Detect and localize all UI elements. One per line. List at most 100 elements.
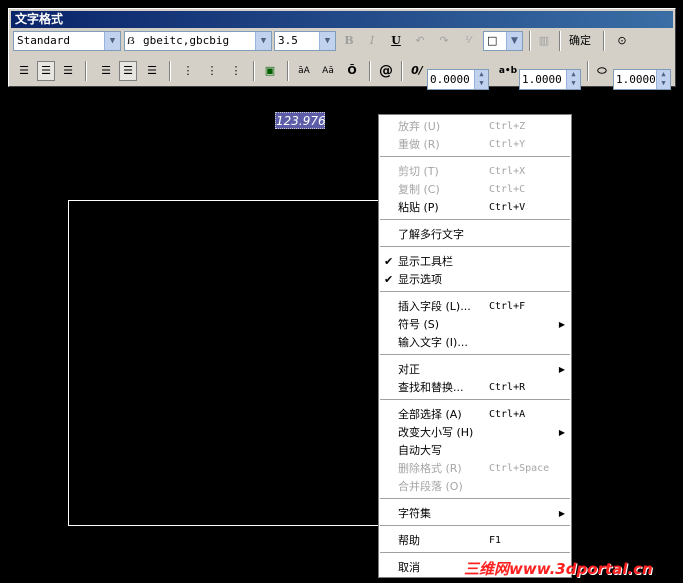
- lowercase-icon[interactable]: Aā: [319, 61, 337, 81]
- menu-item-help[interactable]: 帮助 F1: [379, 532, 571, 549]
- color-dropdown[interactable]: □ ▼: [483, 31, 523, 51]
- ok-button[interactable]: 确定: [565, 31, 595, 51]
- tracking-icon: a•b: [498, 66, 518, 76]
- width-value: 1.0000: [616, 73, 656, 86]
- menu-separator: [380, 498, 570, 500]
- justify-top-icon[interactable]: ☰: [97, 61, 115, 81]
- insert-field-icon[interactable]: ▣: [261, 61, 279, 81]
- menu-item-find-replace[interactable]: 查找和替换... Ctrl+R: [379, 379, 571, 396]
- menu-item-label: 全部选择 (A): [398, 408, 462, 421]
- menu-item-label: 查找和替换...: [398, 381, 464, 394]
- style-dropdown[interactable]: Standard ▼: [13, 31, 121, 51]
- oblique-angle-input[interactable]: 0.0000 ▲ ▼: [427, 69, 489, 90]
- symbol-at-icon[interactable]: @: [377, 61, 395, 81]
- ruler-icon[interactable]: ▥: [535, 31, 553, 51]
- submenu-arrow-icon: ▶: [558, 320, 565, 329]
- menu-item-label: 改变大小写 (H): [398, 426, 474, 439]
- undo-icon[interactable]: ↶: [411, 31, 429, 51]
- menu-item-shortcut: Ctrl+Space: [489, 463, 550, 474]
- chevron-down-icon[interactable]: ▼: [506, 32, 522, 50]
- uppercase-icon[interactable]: āA: [295, 61, 313, 81]
- separator: [603, 31, 605, 51]
- menu-item-change-case[interactable]: 改变大小写 (H) ▶: [379, 424, 571, 441]
- separator: [529, 31, 531, 51]
- height-value: 3.5: [278, 34, 298, 47]
- spinner-icon[interactable]: ▲ ▼: [474, 70, 488, 89]
- spinner-icon[interactable]: ▲ ▼: [566, 70, 580, 89]
- align-left-icon[interactable]: ☰: [15, 61, 33, 81]
- menu-item-shortcut: Ctrl+Y: [489, 139, 526, 150]
- checkmark-icon: ✔: [384, 255, 394, 268]
- color-value: □: [487, 34, 498, 47]
- menu-item-import-text[interactable]: 输入文字 (I)...: [379, 334, 571, 351]
- bold-button[interactable]: B: [340, 31, 358, 51]
- overline-icon[interactable]: Ō: [343, 61, 361, 81]
- separator: [85, 61, 87, 81]
- text-height-dropdown[interactable]: 3.5 ▼: [274, 31, 336, 51]
- menu-item-learn-mtext[interactable]: 了解多行文字: [379, 226, 571, 243]
- letters-list-icon[interactable]: ⋮: [227, 61, 245, 81]
- numbering-icon[interactable]: ⋮: [179, 61, 197, 81]
- mtext-editor-frame[interactable]: [68, 200, 388, 526]
- separator: [169, 61, 171, 81]
- chevron-down-icon[interactable]: ▼: [319, 32, 335, 50]
- menu-item-show-options[interactable]: ✔ 显示选项: [379, 271, 571, 288]
- menu-item-label: 粘贴 (P): [398, 201, 439, 214]
- menu-item-cut[interactable]: 剪切 (T) Ctrl+X: [379, 163, 571, 180]
- justify-middle-icon[interactable]: ☰: [119, 61, 137, 81]
- redo-icon[interactable]: ↷: [435, 31, 453, 51]
- menu-separator: [380, 156, 570, 158]
- selected-text[interactable]: 123.976: [275, 112, 326, 129]
- chevron-down-icon[interactable]: ▼: [104, 32, 120, 50]
- menu-item-label: 取消: [398, 561, 420, 574]
- align-right-icon[interactable]: ☰: [59, 61, 77, 81]
- menu-item-paste[interactable]: 粘贴 (P) Ctrl+V: [379, 199, 571, 216]
- menu-item-autocaps[interactable]: 自动大写: [379, 442, 571, 459]
- chevron-down-icon[interactable]: ▼: [255, 32, 271, 50]
- menu-item-label: 字符集: [398, 507, 431, 520]
- submenu-arrow-icon: ▶: [558, 509, 565, 518]
- menu-item-label: 剪切 (T): [398, 165, 439, 178]
- options-chevron-icon[interactable]: ⊙: [613, 31, 631, 51]
- menu-item-symbol[interactable]: 符号 (S) ▶: [379, 316, 571, 333]
- style-value: Standard: [17, 34, 70, 47]
- submenu-arrow-icon: ▶: [558, 365, 565, 374]
- menu-item-remove-formatting[interactable]: 删除格式 (R) Ctrl+Space: [379, 460, 571, 477]
- font-type-icon: ẞ: [127, 34, 135, 47]
- bullets-icon[interactable]: ⋮: [203, 61, 221, 81]
- tracking-input[interactable]: 1.0000 ▲ ▼: [519, 69, 581, 90]
- separator: [559, 31, 561, 51]
- separator: [253, 61, 255, 81]
- menu-item-label: 合并段落 (O): [398, 480, 463, 493]
- menu-item-show-toolbar[interactable]: ✔ 显示工具栏: [379, 253, 571, 270]
- justify-bottom-icon[interactable]: ☰: [143, 61, 161, 81]
- separator: [369, 61, 371, 81]
- width-factor-icon: ⬭: [597, 64, 607, 77]
- width-factor-input[interactable]: 1.0000 ▲ ▼: [613, 69, 671, 90]
- menu-item-label: 插入字段 (L)...: [398, 300, 471, 313]
- font-dropdown[interactable]: ẞ gbeitc,gbcbig ▼: [124, 31, 272, 51]
- toolbar-title[interactable]: 文字格式: [11, 11, 673, 28]
- underline-button[interactable]: U: [387, 31, 405, 51]
- menu-item-combine-paragraphs[interactable]: 合并段落 (O): [379, 478, 571, 495]
- menu-item-shortcut: F1: [489, 535, 502, 546]
- spinner-icon[interactable]: ▲ ▼: [656, 70, 670, 89]
- menu-item-undo[interactable]: 放弃 (U) Ctrl+Z: [379, 118, 571, 135]
- menu-item-label: 删除格式 (R): [398, 462, 462, 475]
- font-value: gbeitc,gbcbig: [143, 34, 230, 47]
- menu-separator: [380, 552, 570, 554]
- menu-item-justification[interactable]: 对正 ▶: [379, 361, 571, 378]
- menu-item-redo[interactable]: 重做 (R) Ctrl+Y: [379, 136, 571, 153]
- menu-item-copy[interactable]: 复制 (C) Ctrl+C: [379, 181, 571, 198]
- menu-separator: [380, 399, 570, 401]
- menu-item-shortcut: Ctrl+A: [489, 409, 526, 420]
- align-center-icon[interactable]: ☰: [37, 61, 55, 81]
- menu-separator: [380, 354, 570, 356]
- tracking-value: 1.0000: [522, 73, 562, 86]
- menu-item-insert-field[interactable]: 插入字段 (L)... Ctrl+F: [379, 298, 571, 315]
- italic-button[interactable]: I: [363, 31, 381, 51]
- oblique-value: 0.0000: [430, 73, 470, 86]
- menu-item-character-set[interactable]: 字符集 ▶: [379, 505, 571, 522]
- menu-item-select-all[interactable]: 全部选择 (A) Ctrl+A: [379, 406, 571, 423]
- stack-icon[interactable]: ⅟: [459, 31, 477, 51]
